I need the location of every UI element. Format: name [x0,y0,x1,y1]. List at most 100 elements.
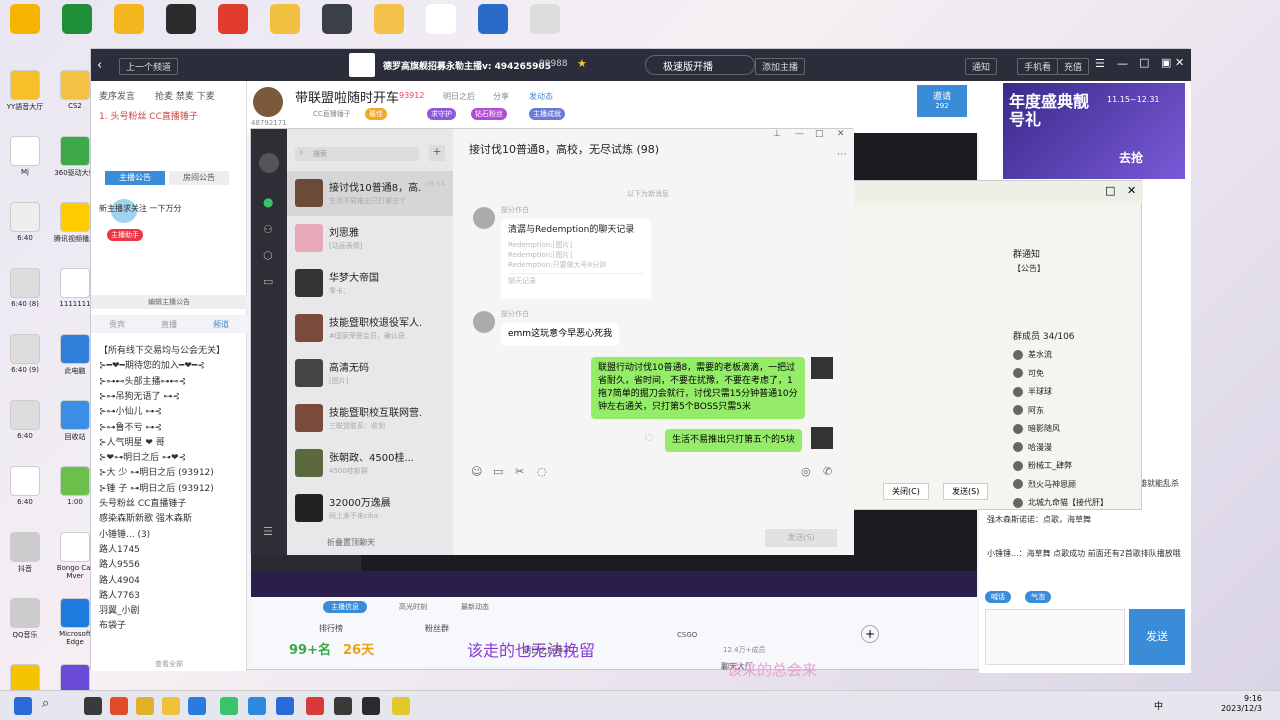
desktop-shortcut-icon[interactable] [218,4,248,34]
badge-achievement[interactable]: 主播成就 [529,108,565,120]
desktop-shortcut-icon[interactable] [114,4,144,34]
desktop-shortcut-icon[interactable] [270,4,300,34]
group-member-row[interactable]: 阿东 [1013,405,1044,416]
video-call-icon[interactable]: ◎ [801,465,811,478]
more-icon[interactable]: ⋯ [837,149,847,160]
explorer-icon[interactable] [136,697,154,715]
search-input[interactable]: 搜索 [295,147,419,161]
desktop-shortcut[interactable]: 抖音 [0,532,50,574]
member-row[interactable]: 布袋子 [99,618,239,631]
group-close-button[interactable]: 关闭(C) [883,483,929,500]
helper-badge[interactable]: 主播助手 [107,229,143,241]
member-row[interactable]: 【所有线下交易均与公会无关】 [99,343,239,356]
group-close-icon[interactable]: ✕ [1127,184,1136,197]
messages-icon[interactable]: ● [263,195,273,209]
edge-icon[interactable] [188,697,206,715]
member-row[interactable]: 路人7763 [99,588,239,601]
pip-icon[interactable]: ▣ [1161,56,1171,69]
contact-item[interactable]: 技能暨职校退役军人... #国家荣誉会员，确认获 [287,306,453,351]
emoji-icon[interactable]: ☺ [471,465,482,478]
app-icon[interactable] [392,697,410,715]
settings-menu-icon[interactable]: ☰ [263,525,273,538]
tab-room-announce[interactable]: 房间公告 [169,171,229,185]
folder-icon[interactable] [162,697,180,715]
message-input[interactable] [469,485,839,525]
mic-slot-1[interactable]: 1. 头号粉丝 CC直播锤子 [99,109,239,122]
tab-host-info[interactable]: 主播信息 [323,601,367,613]
banner-grab-button[interactable]: 去抢 [1119,149,1143,166]
start-icon[interactable] [14,697,32,715]
search-icon[interactable]: ⌕ [42,696,49,711]
member-row[interactable]: 头号粉丝 CC直播锤子 [99,496,239,509]
phone-watch-button[interactable]: 手机看 [1017,58,1059,75]
file-icon[interactable]: ▭ [493,465,503,478]
tab-host-announce[interactable]: 主播公告 [105,171,165,185]
fold-pinned-button[interactable]: 折叠置顶聊天 [287,529,453,555]
phone-icon[interactable]: ✆ [823,465,832,478]
contact-item[interactable]: 华梦大帝国 零卡： [287,261,453,306]
desktop-shortcut[interactable]: 6:40 (8) [0,268,50,308]
contact-item[interactable]: 刘思雅 [动画表情] [287,216,453,261]
member-row[interactable]: ⊱大 少 ⊶明日之后 (93912) [99,465,239,478]
desktop-shortcut-icon[interactable] [322,4,352,34]
member-row[interactable]: ⊱⊶吊狗无语了 ⊶⊰ [99,389,239,402]
qq-close-icon[interactable]: ✕ [837,129,845,139]
desktop-shortcut[interactable]: 6:40 [0,202,50,242]
sender-avatar[interactable] [473,311,495,333]
host-avatar[interactable] [253,87,283,117]
member-row[interactable]: ⊱━❤━期待您的加入━❤━⊰ [99,358,239,371]
add-chat-icon[interactable]: + [429,145,445,161]
shout-button[interactable]: 喊话 [985,591,1011,603]
self-avatar[interactable] [811,357,833,379]
desktop-shortcut-icon[interactable] [478,4,508,34]
chat-input[interactable] [985,609,1125,665]
member-row[interactable]: 羽翼_小剧 [99,603,239,616]
badge-diamond[interactable]: 钻石粉丝 [471,108,507,120]
notify-button[interactable]: 通知 [965,58,998,75]
minimize-icon[interactable]: — [1117,57,1128,70]
app-icon[interactable] [248,697,266,715]
group-send-button[interactable]: 发送(S) [943,483,989,500]
member-row[interactable]: ⊱锤 子 ⊶明日之后 (93912) [99,481,239,494]
app-icon[interactable] [306,697,324,715]
menu-icon[interactable]: ☰ [1095,57,1105,70]
fans-group-label[interactable]: 粉丝群 [425,623,449,634]
member-row[interactable]: ⊱人气明星 ❤ 哥 [99,435,239,448]
close-icon[interactable]: ✕ [1175,56,1184,69]
group-member-row[interactable]: 烈火马神恩顾 [1013,479,1076,490]
qq-minimize-icon[interactable]: — [795,129,804,139]
app-icon[interactable] [334,697,352,715]
member-row[interactable]: ⊱⊶小仙儿 ⊶⊰ [99,404,239,417]
edit-announce-button[interactable]: 编辑主播公告 [91,295,247,309]
share-link[interactable]: 分享 [493,91,509,102]
desktop-shortcut-icon[interactable] [62,4,92,34]
app-icon[interactable] [110,697,128,715]
desktop-shortcut-icon[interactable] [166,4,196,34]
taskview-icon[interactable] [84,697,102,715]
desktop-shortcut[interactable]: QQ音乐 [0,598,50,640]
chat-send-button[interactable]: 发送 [1129,609,1185,665]
member-row[interactable]: ⊱❤⊶明日之后 ⊶❤⊰ [99,450,239,463]
clock[interactable]: 9:16 2023/12/3 [1210,694,1262,715]
mic-tabs[interactable]: 麦序发言 抢麦 禁麦 下麦 [99,89,239,102]
invite-button[interactable]: 邀请 292 [917,85,967,117]
desktop-shortcut-icon[interactable] [10,4,40,34]
group-member-row[interactable]: 半球球 [1013,386,1052,397]
group-maximize-icon[interactable]: □ [1105,184,1115,197]
sender-avatar[interactable] [473,207,495,229]
folder-icon[interactable]: ▭ [263,275,273,288]
view-all-link[interactable]: 查看全部 [91,659,247,669]
send-button[interactable]: 发送(S) [765,529,837,547]
badge-guard[interactable]: 求守护 [427,108,456,120]
recharge-button[interactable]: 充值 [1057,58,1090,75]
desktop-shortcut[interactable]: 6:40 [0,466,50,506]
member-row[interactable]: 路人4904 [99,573,239,586]
pin-icon[interactable]: ⊥ [773,129,781,139]
group-member-row[interactable]: 粉械工_肆弊 [1013,460,1072,471]
tab-news[interactable]: 最新动态 [461,602,489,612]
tab-highlights[interactable]: 高光时刻 [399,602,427,612]
member-row[interactable]: ⊱⊶⊷头部主播⊶⊷⊰ [99,374,239,387]
member-tabs[interactable]: 贵宾 直播 频道 [91,315,247,333]
chat-bubble-icon[interactable]: ◌ [537,465,547,478]
qq-maximize-icon[interactable]: □ [815,129,824,139]
